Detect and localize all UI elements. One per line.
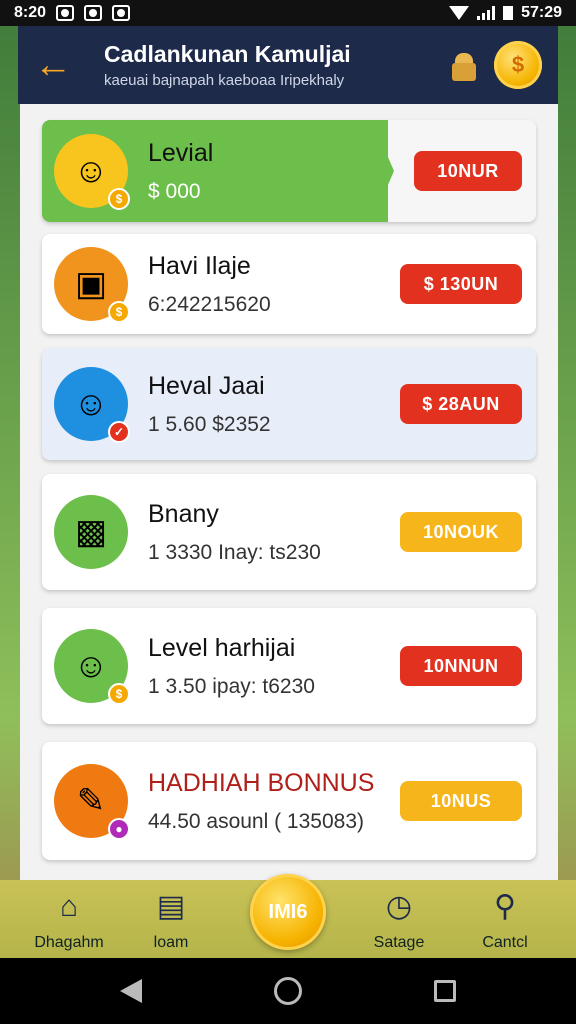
level-card[interactable]: ☺ $ Level harhijai 1 3.50 ipay: t6230 10… xyxy=(42,608,536,724)
gold-coin-icon[interactable]: $ xyxy=(494,41,542,89)
nav-item-search[interactable]: ⚲ Cantcl xyxy=(450,890,560,952)
nav-item-document[interactable]: ▤ loam xyxy=(116,890,226,952)
notification-icon xyxy=(112,5,131,21)
clock-icon: ◷ xyxy=(385,890,413,923)
card-subtitle: 1 3330 Inay: ts230 xyxy=(148,540,321,564)
system-recents-icon[interactable] xyxy=(434,980,456,1002)
level-list-panel: ☺ $ Levial $ 000 10NUR ▣ $ Havi Ilaje 6:… xyxy=(20,104,558,880)
badge-icon: ✓ xyxy=(108,421,130,443)
card-subtitle: 1 5.60 $2352 xyxy=(148,412,271,436)
nav-label: Dhagahm xyxy=(34,934,104,951)
card-title: Heval Jaai xyxy=(148,371,265,400)
claim-button[interactable]: 10NUR xyxy=(414,151,522,191)
boy-avatar-icon: ☺ $ xyxy=(54,629,130,705)
tablet-avatar-icon: ▣ $ xyxy=(54,247,130,323)
claim-button[interactable]: $ 130UN xyxy=(400,264,522,304)
card-subtitle: 6:242215620 xyxy=(148,292,271,316)
card-title: Bnany xyxy=(148,499,219,528)
card-title: Levial xyxy=(148,138,214,167)
nav-label: Satage xyxy=(373,934,425,951)
card-title: Havi Ilaje xyxy=(148,251,251,280)
nav-item-home[interactable]: ⌂ Dhagahm xyxy=(14,890,124,952)
nav-item-clock[interactable]: ◷ Satage xyxy=(344,890,454,952)
notification-icon xyxy=(84,5,103,21)
search-icon: ⚲ xyxy=(494,890,516,923)
nav-label: loam xyxy=(153,934,189,951)
level-card[interactable]: ☺ ✓ Heval Jaai 1 5.60 $2352 $ 28AUN xyxy=(42,348,536,460)
system-back-icon[interactable] xyxy=(120,979,142,1003)
level-card[interactable]: ☺ $ Levial $ 000 10NUR xyxy=(42,120,536,222)
level-card[interactable]: ▩ Bnany 1 3330 Inay: ts230 10NOUK xyxy=(42,474,536,590)
home-icon: ⌂ xyxy=(59,890,79,923)
coin-badge-icon: $ xyxy=(108,301,130,323)
card-subtitle: 1 3.50 ipay: t6230 xyxy=(148,674,315,698)
claim-button[interactable]: 10NUS xyxy=(400,781,522,821)
bottom-nav: ⌂ Dhagahm ▤ loam IMI6 ◷ Satage ⚲ Cantcl xyxy=(0,874,576,958)
app-header: ← Cadlankunan Kamuljai kaeuai bajnapah k… xyxy=(18,26,558,104)
gift-box-icon[interactable] xyxy=(446,47,482,83)
bonus-card[interactable]: ✎ ● HADHIAH BONNUS 44.50 asounl ( 135083… xyxy=(42,742,536,860)
system-home-icon[interactable] xyxy=(274,977,302,1005)
card-subtitle: 44.50 asounl ( 135083) xyxy=(148,809,364,833)
wifi-icon xyxy=(449,6,470,20)
center-action-button[interactable]: IMI6 xyxy=(250,874,326,950)
level-card[interactable]: ▣ $ Havi Ilaje 6:242215620 $ 130UN xyxy=(42,234,536,334)
card-subtitle: $ 000 xyxy=(148,179,201,203)
photo-card-icon: ▩ xyxy=(54,495,128,569)
status-bar: 8:20 57:29 xyxy=(0,0,576,26)
document-icon: ▤ xyxy=(156,890,186,923)
battery-icon xyxy=(503,6,514,20)
status-time-right: 57:29 xyxy=(521,4,562,21)
arrow-left-icon[interactable]: ← xyxy=(34,46,74,84)
tablet-pen-icon: ✎ ● xyxy=(54,764,130,840)
system-nav-bar xyxy=(0,958,576,1024)
claim-button[interactable]: $ 28AUN xyxy=(400,384,522,424)
badge-icon: ● xyxy=(108,818,130,840)
claim-button[interactable]: 10NOUK xyxy=(400,512,522,552)
page-subtitle: kaeuai bajnapah kaeboaa Iripekhaly xyxy=(104,72,345,89)
claim-button[interactable]: 10NNUN xyxy=(400,646,522,686)
status-time-left: 8:20 xyxy=(14,4,47,21)
boy-avatar-icon: ☺ ✓ xyxy=(54,367,130,443)
boy-avatar-icon: ☺ $ xyxy=(54,134,130,210)
coin-badge-icon: $ xyxy=(108,188,130,210)
coin-badge-icon: $ xyxy=(108,683,130,705)
nav-label: Cantcl xyxy=(482,934,528,951)
card-title: Level harhijai xyxy=(148,633,296,662)
page-title: Cadlankunan Kamuljai xyxy=(104,41,351,67)
signal-icon xyxy=(477,6,496,20)
card-title: HADHIAH BONNUS xyxy=(148,768,375,797)
notification-icon xyxy=(56,5,75,21)
